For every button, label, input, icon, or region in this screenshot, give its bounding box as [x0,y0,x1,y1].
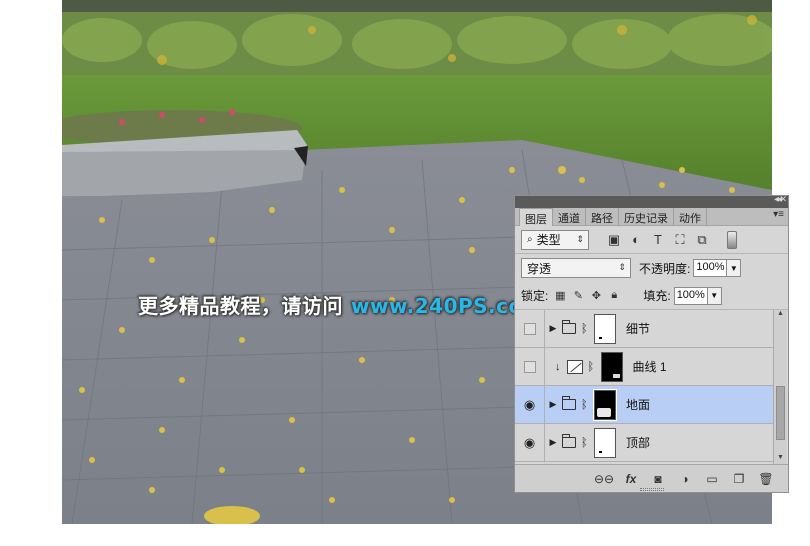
tab-paths[interactable]: 路径 [586,208,619,226]
delete-layer-icon[interactable]: 🗑︎ [756,471,776,487]
visibility-toggle[interactable] [515,347,545,386]
fill-input[interactable]: 100% [673,286,708,305]
tab-actions[interactable]: 动作 [674,208,707,226]
link-layers-icon[interactable]: ⊖⊖ [594,471,614,487]
layer-name: 顶部 [626,436,651,450]
scroll-thumb[interactable] [776,386,785,440]
visibility-toggle[interactable]: ◉ [515,385,545,424]
adjustment-filter-icon[interactable]: ◐ [625,230,647,250]
visibility-toggle[interactable] [515,310,545,348]
blend-row: 穿透 ⇕ 不透明度: 100% ▼ [515,254,788,282]
layer-row-selected[interactable]: ◉ ▶ ᛔ 地面 [515,385,774,424]
eye-icon: ◉ [523,434,536,450]
tab-layers[interactable]: 图层 [519,208,553,226]
expand-triangle-icon[interactable]: ▶ [547,399,559,410]
opacity-label: 不透明度: [639,261,691,276]
lock-position-icon[interactable]: ✥ [587,286,605,306]
panel-tabs: 图层 通道 路径 历史记录 动作 ▾≡ [515,208,788,226]
link-chain-icon[interactable]: ᛔ [581,437,590,449]
new-adjustment-icon[interactable]: ◑ [675,471,695,487]
chevron-down-icon: ⇕ [618,262,626,272]
layers-panel: ◂◂ ✕ 图层 通道 路径 历史记录 动作 ▾≡ ⌕ 类型 ⇕ ▣ ◐ T ⛶ … [514,194,789,493]
hidden-visibility-box [523,322,536,335]
link-chain-icon[interactable]: ᛔ [588,361,597,373]
image-filter-icon[interactable]: ▣ [603,230,625,250]
layer-filter-row: ⌕ 类型 ⇕ ▣ ◐ T ⛶ ⧉ [515,226,788,254]
new-layer-icon[interactable]: ❐ [729,471,749,487]
layer-mask-thumbnail[interactable] [594,427,616,458]
layer-mask-thumbnail[interactable] [594,313,616,344]
lock-label: 锁定: [521,289,549,303]
smart-object-filter-icon[interactable]: ⧉ [691,230,713,250]
search-icon: ⌕ [527,234,533,245]
lock-transparent-icon[interactable]: ▦ [551,286,569,306]
folder-icon [562,434,576,448]
panel-resize-grip[interactable] [640,488,664,491]
hidden-visibility-box [523,360,536,373]
blend-mode-select[interactable]: 穿透 ⇕ [521,258,631,278]
opacity-input[interactable]: 100% [693,259,728,277]
lock-all-icon[interactable]: 🔒︎ [605,286,623,306]
tab-channels[interactable]: 通道 [553,208,586,226]
fill-dropdown-icon[interactable]: ▼ [707,286,722,305]
curves-adjustment-icon [566,359,583,374]
watermark: 更多精品教程，请访问 www.240PS.com [138,290,544,319]
filter-toggle[interactable] [727,230,737,249]
filter-kind-label: 类型 [536,233,561,247]
add-mask-icon[interactable]: ◙ [648,471,668,487]
expand-triangle-icon[interactable]: ▶ [547,323,559,334]
layer-row[interactable]: ↓ ᛔ 曲线 1 [515,347,774,386]
lock-pixels-icon[interactable]: ✎ [569,286,587,306]
layer-mask-thumbnail[interactable] [600,351,623,382]
fill-label: 填充: [643,289,671,303]
layer-row[interactable]: ▶ ᛔ 细节 [515,310,774,348]
new-group-icon[interactable]: ▭ [702,471,722,487]
panel-bottom-toolbar: ⊖⊖ fx ◙ ◑ ▭ ❐ 🗑︎ [515,464,788,492]
layer-row[interactable]: ◉ ▶ ᛔ 顶部 [515,423,774,462]
lock-row: 锁定: ▦ ✎ ✥ 🔒︎ 填充: 100% ▼ [515,282,788,310]
layer-name: 曲线 1 [632,360,667,374]
folder-icon [562,320,576,334]
panel-titlebar: ◂◂ ✕ [515,194,788,208]
expand-triangle-icon[interactable]: ▶ [547,437,559,448]
link-chain-icon[interactable]: ᛔ [581,399,590,411]
layer-name: 细节 [626,322,651,336]
fx-icon[interactable]: fx [621,471,641,487]
layer-name: 地面 [626,398,651,412]
layer-list-scrollbar[interactable]: ▲ ▼ [773,310,787,466]
layer-mask-thumbnail[interactable] [593,388,617,421]
blend-mode-value: 穿透 [527,261,552,276]
shape-filter-icon[interactable]: ⛶ [669,230,691,250]
layer-list: ▶ ᛔ 细节 ↓ ᛔ 曲线 1 ◉ ▶ ᛔ 地面 ◉ ▶ ᛔ 顶部 [515,310,774,466]
eye-icon: ◉ [523,396,536,412]
watermark-text: 更多精品教程，请访问 [138,294,343,318]
opacity-dropdown-icon[interactable]: ▼ [727,259,742,277]
chevron-down-icon: ⇕ [576,233,584,244]
text-filter-icon[interactable]: T [647,230,669,250]
link-chain-icon[interactable]: ᛔ [581,323,590,335]
clipping-arrow-icon: ↓ [555,360,561,373]
panel-menu-icon[interactable]: ▾≡ [773,209,784,220]
tab-history[interactable]: 历史记录 [619,208,674,226]
folder-icon [562,396,576,410]
visibility-toggle[interactable]: ◉ [515,423,545,462]
filter-kind-select[interactable]: ⌕ 类型 ⇕ [521,229,589,250]
close-panel-icon[interactable]: ✕ [779,194,787,205]
scroll-up-icon[interactable]: ▲ [774,310,787,322]
